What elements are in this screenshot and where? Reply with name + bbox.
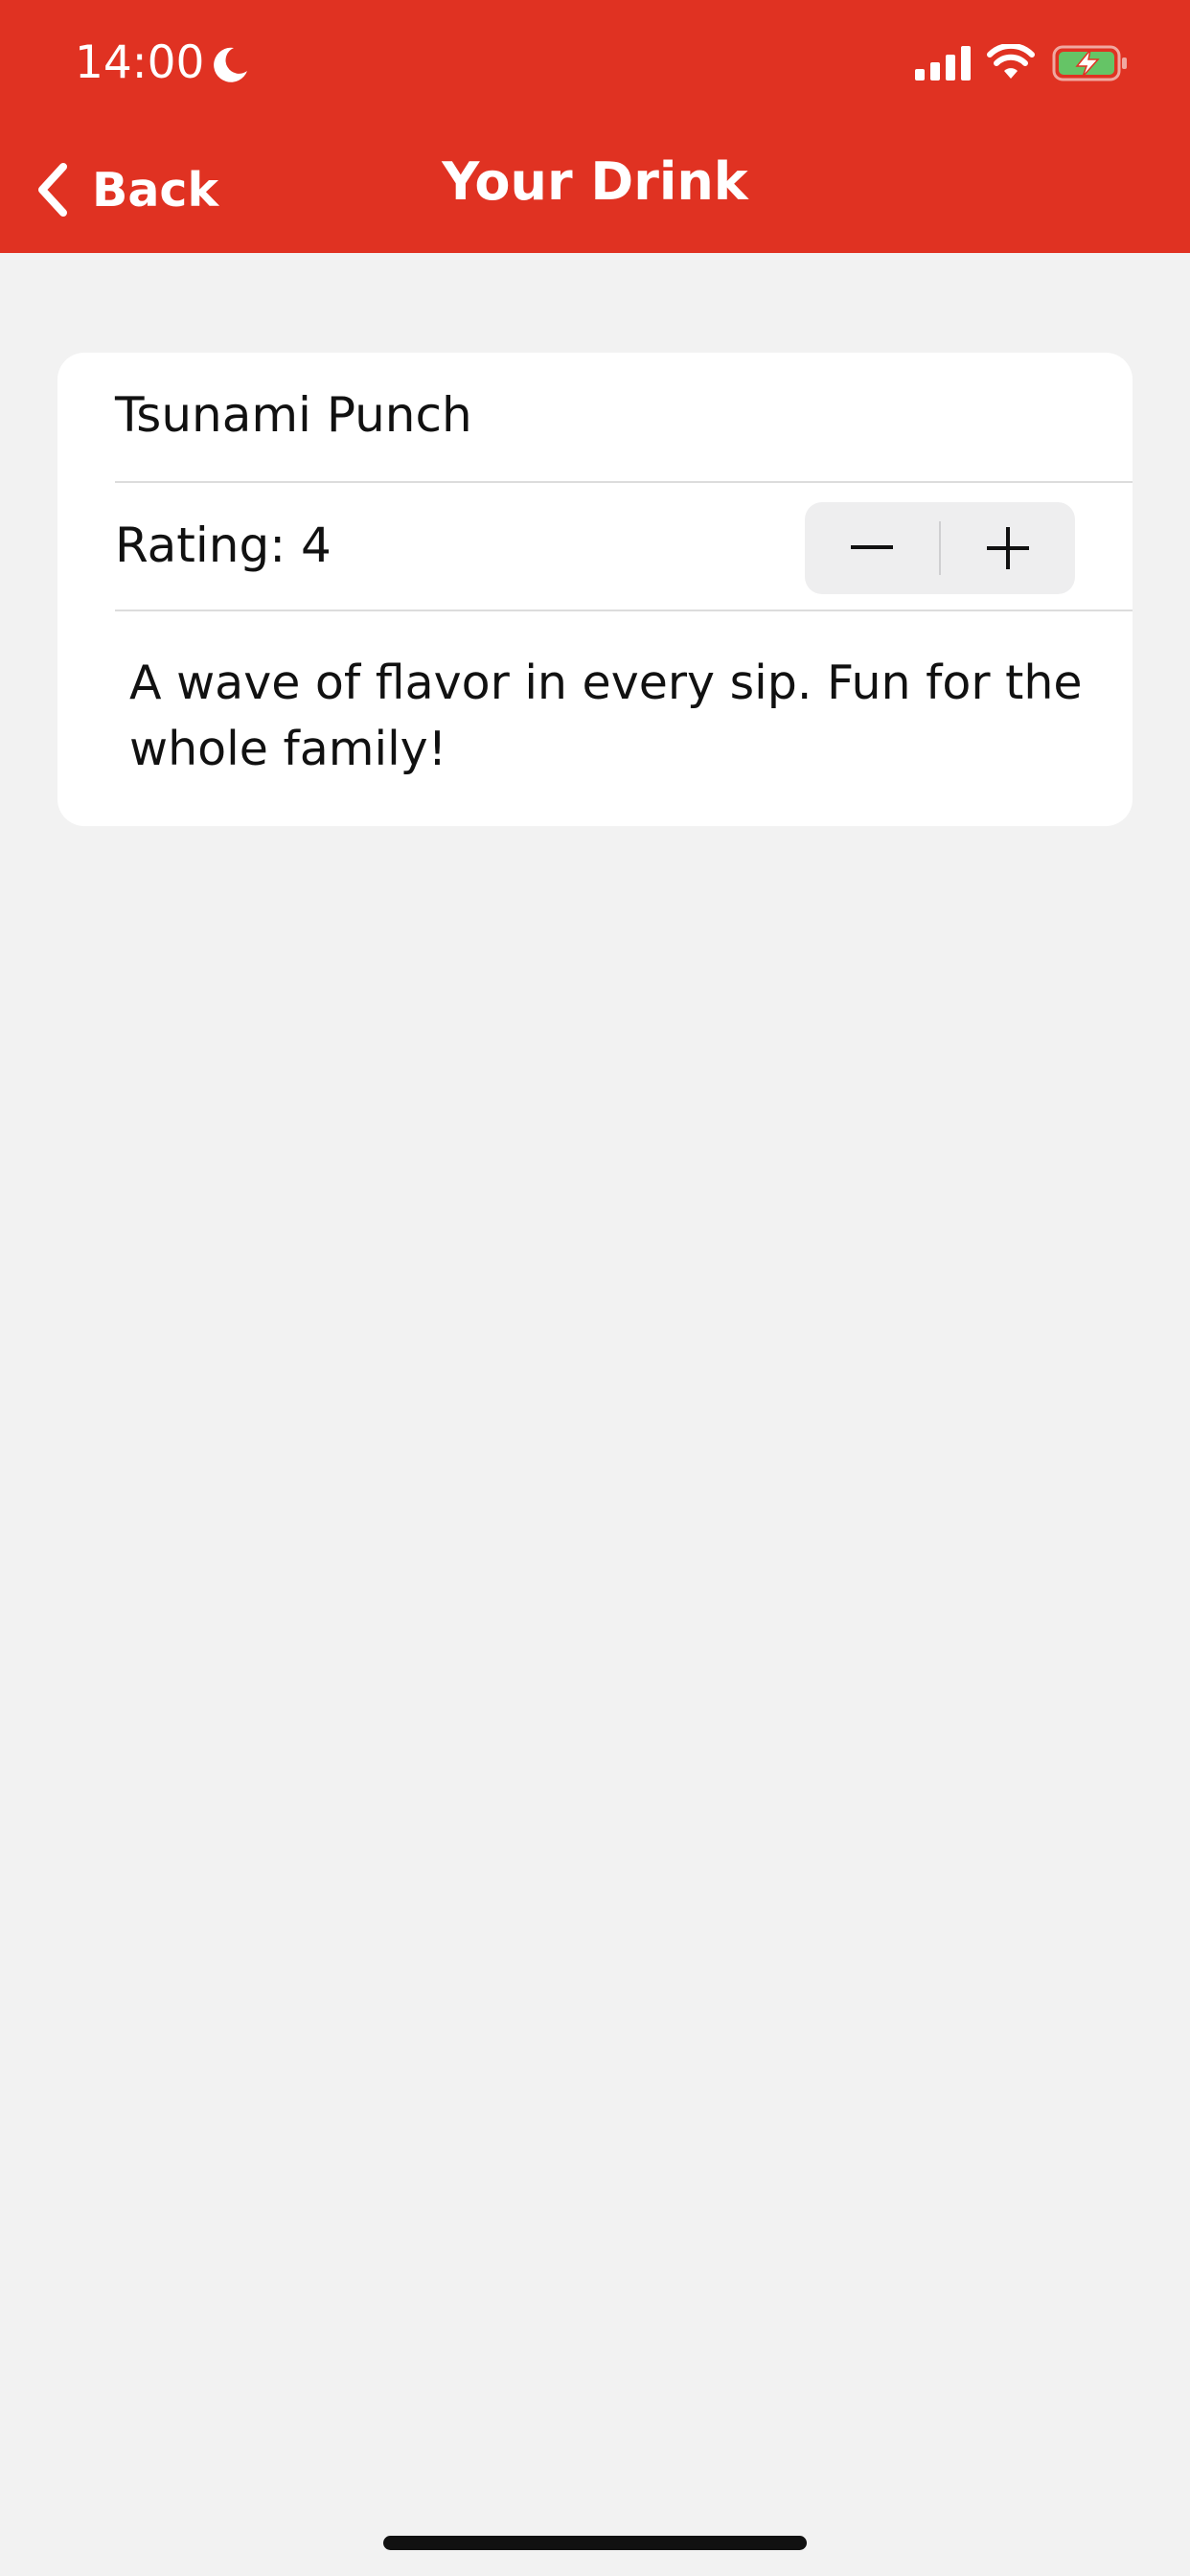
page-title: Your Drink xyxy=(442,151,748,212)
moon-icon xyxy=(214,47,247,82)
signal-icon xyxy=(915,46,971,80)
navigation-header: 14:00 Back Your Drink xyxy=(0,0,1190,253)
wifi-icon xyxy=(987,44,1035,79)
status-time: 14:00 xyxy=(75,36,205,89)
plus-icon xyxy=(986,527,1029,569)
drink-description: A wave of flavor in every sip. Fun for t… xyxy=(129,656,1083,776)
rating-label: Rating: 4 xyxy=(115,518,332,573)
divider xyxy=(115,481,1133,483)
minus-icon xyxy=(851,545,893,549)
increment-button[interactable] xyxy=(941,502,1075,594)
decrement-button[interactable] xyxy=(805,502,939,594)
battery-charging-icon xyxy=(1052,45,1127,81)
drink-detail-card: Tsunami Punch Rating: 4 A wave of flavor… xyxy=(57,353,1133,826)
drink-name: Tsunami Punch xyxy=(115,387,472,443)
divider xyxy=(115,610,1133,611)
home-indicator[interactable] xyxy=(383,2536,807,2550)
rating-stepper xyxy=(805,502,1075,594)
